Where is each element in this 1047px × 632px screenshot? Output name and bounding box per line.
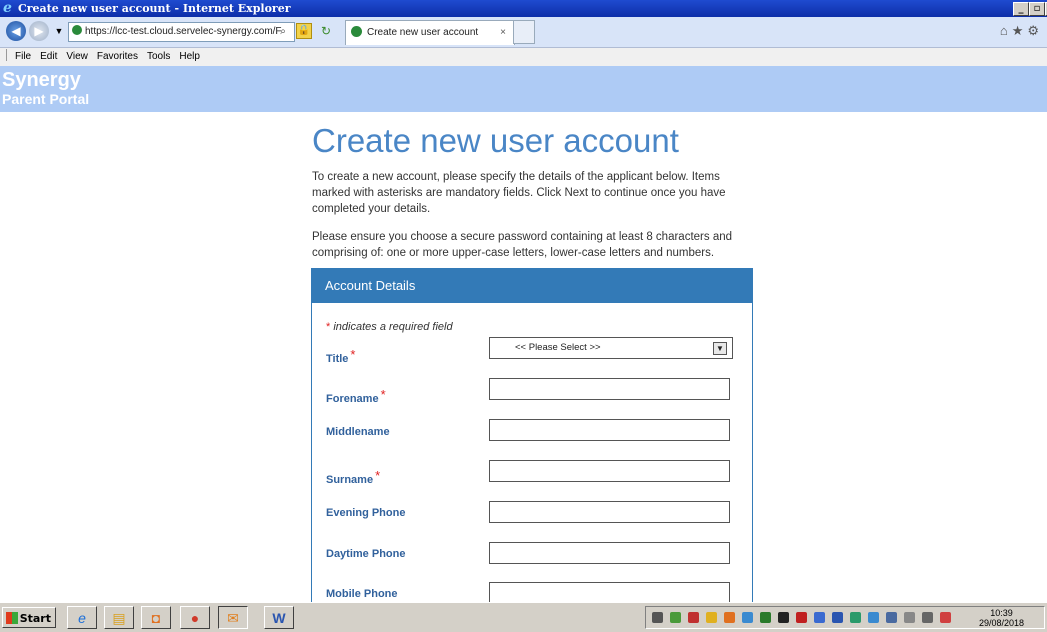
clock-time: 10:39 [990,608,1013,618]
tray-icon[interactable] [832,612,843,623]
forename-label-text: Forename [326,393,379,405]
menu-file[interactable]: File [15,51,31,62]
mobile-phone-label: Mobile Phone [326,588,398,600]
surname-label-text: Surname [326,474,374,486]
tray-icon[interactable] [724,612,735,623]
title-select-value: << Please Select >> [515,342,601,353]
favorites-star-icon[interactable]: ★ [1012,23,1028,38]
intro-text: To create a new account, please specify … [312,171,726,215]
address-toolbar: ◀ ▶ ▼ https://lcc-test.cloud.servelec-sy… [0,17,1047,48]
search-icon[interactable]: ⌕ [275,24,291,40]
forward-button[interactable]: ▶ [29,21,49,41]
start-button[interactable]: Start [2,607,56,628]
forename-label: Forename * [326,387,386,405]
menu-grip [6,49,7,61]
menu-tools[interactable]: Tools [147,51,170,62]
home-icon[interactable]: ⌂ [1000,23,1012,38]
surname-input[interactable] [489,460,730,482]
required-asterisk: * [350,347,356,362]
outlook-active-taskbar-icon[interactable]: ✉ [218,606,248,629]
menu-bar: File Edit View Favorites Tools Help [0,48,1047,66]
surname-label: Surname * [326,468,380,486]
evening-phone-label: Evening Phone [326,507,406,519]
tray-icon[interactable] [742,612,753,623]
required-field-note: * indicates a required field [326,321,453,333]
window-titlebar: e Create new user account - Internet Exp… [0,0,1047,17]
menu-help[interactable]: Help [179,51,200,62]
outlook-taskbar-icon[interactable]: ◘ [141,606,171,629]
tray-icon[interactable] [922,612,933,623]
middlename-label: Middlename [326,426,390,438]
window-title: Create new user account - Internet Explo… [18,2,291,15]
new-tab-button[interactable] [513,20,535,44]
tab-title: Create new user account [367,27,479,38]
back-button[interactable]: ◀ [6,21,26,41]
chrome-taskbar-icon[interactable]: ● [180,606,210,629]
site-favicon-icon [72,25,82,35]
required-asterisk: * [326,321,331,333]
tray-icon[interactable] [778,612,789,623]
lock-icon[interactable]: 🔒 [296,23,312,39]
title-label: Title * [326,347,355,365]
title-select[interactable]: << Please Select >> ▼ [489,337,733,359]
restore-button[interactable]: ▫ [1029,2,1045,16]
tray-icon[interactable] [868,612,879,623]
site-subtitle: Parent Portal [2,91,90,107]
tray-icon[interactable] [652,612,663,623]
history-dropdown-icon[interactable]: ▼ [51,23,67,39]
tray-icon[interactable] [940,612,951,623]
password-requirements-text: Please ensure you choose a secure passwo… [312,231,733,259]
tray-icon[interactable] [670,612,681,623]
required-asterisk: * [375,468,381,483]
tray-icon[interactable] [688,612,699,623]
menu-favorites[interactable]: Favorites [97,51,138,62]
refresh-icon[interactable]: ↻ [318,23,334,39]
clock-date: 29/08/2018 [978,618,1024,628]
file-explorer-taskbar-icon[interactable]: ▤ [104,606,134,629]
forename-input[interactable] [489,378,730,400]
address-input[interactable]: https://lcc-test.cloud.servelec-synergy.… [68,22,295,42]
tab-create-account[interactable]: Create new user account × [345,20,515,45]
chevron-down-icon[interactable]: ▼ [713,342,727,355]
required-note-text: indicates a required field [333,321,453,333]
daytime-phone-label: Daytime Phone [326,548,406,560]
account-details-panel: Account Details * indicates a required f… [311,268,753,609]
tray-icon[interactable] [886,612,897,623]
daytime-phone-input[interactable] [489,542,730,564]
evening-phone-input[interactable] [489,501,730,523]
tray-icon[interactable] [850,612,861,623]
internet-explorer-icon: e [3,0,12,16]
word-taskbar-icon[interactable]: W [264,606,294,629]
site-logo[interactable]: Synergy [2,69,81,91]
taskbar: Start e ▤ ◘ ● ✉ W 10:39 29/08/2018 [0,602,1047,632]
tray-icon[interactable] [904,612,915,623]
browser-right-icons: ⌂★⚙ [1000,23,1043,39]
mobile-phone-input[interactable] [489,582,730,604]
tray-icon[interactable] [706,612,717,623]
required-asterisk: * [380,387,386,402]
gear-icon[interactable]: ⚙ [1027,23,1043,38]
url-text: https://lcc-test.cloud.servelec-synergy.… [85,26,282,37]
menu-view[interactable]: View [66,51,88,62]
panel-title: Account Details [312,269,752,303]
clock[interactable]: 10:39 29/08/2018 [979,608,1024,628]
tray-icon[interactable] [796,612,807,623]
title-label-text: Title [326,353,349,365]
internet-explorer-taskbar-icon[interactable]: e [67,606,97,629]
site-header: Synergy Parent Portal [0,66,1047,112]
tray-icon[interactable] [814,612,825,623]
tab-favicon-icon [351,26,362,37]
start-label: Start [19,612,51,625]
menu-edit[interactable]: Edit [40,51,57,62]
tab-close-icon[interactable]: × [500,21,506,45]
windows-flag-icon [6,612,18,624]
middlename-input[interactable] [489,419,730,441]
minimize-button[interactable]: _ [1013,2,1029,16]
system-tray: 10:39 29/08/2018 [645,606,1045,629]
tray-icon[interactable] [760,612,771,623]
page-title: Create new user account [312,122,679,159]
